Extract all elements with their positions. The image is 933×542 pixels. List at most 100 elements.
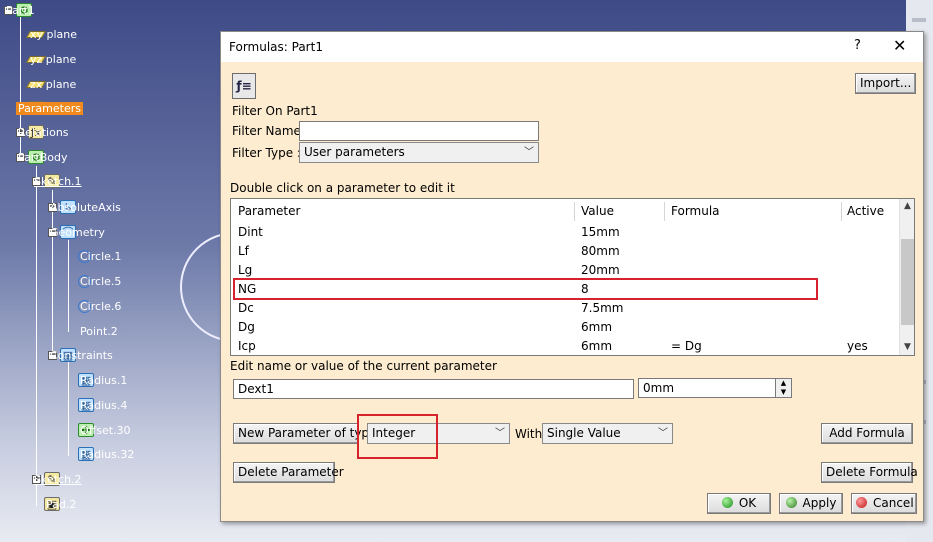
value-kind-value: Single Value xyxy=(547,426,621,440)
parameters-table: Parameter Value Formula Active Dint 15mm… xyxy=(230,198,915,356)
cell-formula: = Dg xyxy=(671,339,702,353)
tree-node-circle5[interactable]: Circle.5 xyxy=(78,271,121,291)
filter-name-input[interactable] xyxy=(299,121,539,141)
dialog-title: Formulas: Part1 xyxy=(229,40,323,54)
cancel-button[interactable]: Cancel xyxy=(851,493,917,514)
parameter-value-input[interactable]: 0mm xyxy=(638,378,776,398)
tree-node-label: PartBody xyxy=(18,150,68,164)
tree-node-partbody[interactable]: − ⚙ PartBody xyxy=(16,147,67,167)
add-formula-button[interactable]: Add Formula xyxy=(821,423,913,444)
column-divider xyxy=(574,202,575,221)
filter-on-label: Filter On Part1 xyxy=(232,104,318,118)
tree-node-label: Circle.6 xyxy=(80,299,122,313)
cell-value: 6mm xyxy=(581,320,613,334)
tree-node-label: Relations xyxy=(18,125,69,139)
list-caption: Double click on a parameter to edit it xyxy=(230,181,455,195)
tree-node-zx-plane[interactable]: zx plane xyxy=(25,74,76,94)
cell-value: 6mm xyxy=(581,339,613,353)
new-parameter-button[interactable]: New Parameter of type xyxy=(233,423,376,444)
cell-value: 80mm xyxy=(581,244,620,258)
table-row[interactable]: Icp 6mm = Dg yes xyxy=(231,337,899,355)
tree-node-sketch1[interactable]: − ✎ Sketch.1 xyxy=(32,171,82,191)
formulas-dialog: Formulas: Part1 ? ✕ ƒ≡ Import... Filter … xyxy=(220,31,924,522)
import-button[interactable]: Import... xyxy=(855,73,916,94)
apply-icon xyxy=(785,497,797,508)
tree-node-constraints[interactable]: − ▦ Constraints xyxy=(48,345,113,365)
column-header-value[interactable]: Value xyxy=(581,204,614,218)
tree-node-sketch2[interactable]: + ✎ Sketch.2 xyxy=(32,469,82,489)
tree-node-relations[interactable]: + ƒx Relations xyxy=(16,122,69,142)
tree-node-label: zx plane xyxy=(30,77,77,91)
cell-value: 15mm xyxy=(581,225,620,239)
tree-node-yz-plane[interactable]: yz plane xyxy=(25,49,76,69)
delete-parameter-button[interactable]: Delete Parameter xyxy=(233,462,344,483)
cell-parameter: Dint xyxy=(238,225,263,239)
tree-node-parameters[interactable]: + ▤ Parameters xyxy=(16,98,83,118)
tree-node-absoluteaxis[interactable]: + ↳ AbsoluteAxis xyxy=(48,197,121,217)
tree-connector xyxy=(68,362,69,456)
parameter-name-input[interactable]: Dext1 xyxy=(233,379,634,399)
spin-up-icon[interactable]: ▲ xyxy=(776,379,791,388)
column-header-formula[interactable]: Formula xyxy=(671,204,720,218)
apply-label: Apply xyxy=(802,496,837,510)
scroll-down-icon[interactable]: ▼ xyxy=(900,340,914,355)
filter-type-value: User parameters xyxy=(304,145,405,159)
cancel-label: Cancel xyxy=(873,496,914,510)
apply-button[interactable]: Apply xyxy=(779,493,843,514)
value-spinner[interactable]: ▲ ▼ xyxy=(775,378,792,398)
value-kind-select[interactable]: Single Value ﹀ xyxy=(542,423,673,444)
ok-icon xyxy=(721,497,733,508)
cell-parameter: Lf xyxy=(238,244,249,258)
cell-value: 7.5mm xyxy=(581,301,624,315)
tree-node-label: Sketch.2 xyxy=(34,472,82,486)
tree-node-label: Parameters xyxy=(16,101,83,115)
cell-value: 20mm xyxy=(581,263,620,277)
cell-parameter: Dg xyxy=(238,320,255,334)
ok-label: OK xyxy=(738,496,757,510)
tree-connector xyxy=(36,166,37,506)
tree-node-label: Offset.30 xyxy=(80,423,131,437)
table-scrollbar[interactable]: ▲ ▼ xyxy=(899,199,914,355)
annotation-highlight-type xyxy=(357,414,438,459)
tree-node-label: xy plane xyxy=(30,27,78,41)
table-row[interactable]: Dint 15mm xyxy=(231,223,899,242)
annotation-highlight-ng-row xyxy=(233,278,818,300)
table-row[interactable]: Lf 80mm xyxy=(231,242,899,261)
tree-node-label: AbsoluteAxis xyxy=(50,200,121,214)
tree-node-radius32[interactable]: ▦ Radius.32 xyxy=(78,444,134,464)
close-icon[interactable]: ✕ xyxy=(893,36,906,55)
filter-type-label: Filter Type : xyxy=(232,146,301,160)
tree-node-xy-plane[interactable]: xy plane xyxy=(25,24,77,44)
filter-type-select[interactable]: User parameters ﹀ xyxy=(299,142,539,163)
tree-node-label: Sketch.1 xyxy=(34,174,82,188)
cell-parameter: Lg xyxy=(238,263,253,277)
table-row[interactable]: Dc 7.5mm xyxy=(231,299,899,318)
filter-name-label: Filter Name : xyxy=(232,124,309,138)
column-header-active[interactable]: Active xyxy=(847,204,884,218)
column-header-parameter[interactable]: Parameter xyxy=(238,204,300,218)
tree-node-offset30[interactable]: ✣ Offset.30 xyxy=(78,420,131,440)
scrollbar-thumb[interactable] xyxy=(901,239,914,325)
tree-node-radius1[interactable]: ▦ Radius.1 xyxy=(78,370,127,390)
delete-formula-button[interactable]: Delete Formula xyxy=(821,462,918,483)
incremental-filter-icon[interactable]: ƒ≡ xyxy=(232,73,256,99)
tree-node-pad2[interactable]: ▣ Pad.2 xyxy=(44,494,76,514)
tree-node-label: Geometry xyxy=(50,225,105,239)
table-row[interactable]: Dg 6mm xyxy=(231,318,899,337)
tree-node-label: Radius.32 xyxy=(80,447,135,461)
tree-node-label: Part1 xyxy=(6,3,35,17)
tree-node-point2[interactable]: · Point.2 xyxy=(78,321,118,341)
spin-down-icon[interactable]: ▼ xyxy=(776,388,791,397)
dialog-titlebar[interactable]: Formulas: Part1 ? ✕ xyxy=(221,32,923,62)
scroll-up-icon[interactable]: ▲ xyxy=(900,199,914,214)
tree-node-circle6[interactable]: Circle.6 xyxy=(78,296,121,316)
tree-node-label: Radius.4 xyxy=(80,398,128,412)
help-icon[interactable]: ? xyxy=(854,38,861,53)
ok-button[interactable]: OK xyxy=(707,493,771,514)
tree-node-label: yz plane xyxy=(30,52,77,66)
tree-node-radius4[interactable]: ▦ Radius.4 xyxy=(78,395,127,415)
tree-node-geometry[interactable]: − ⌒ Geometry xyxy=(48,222,105,242)
edit-caption: Edit name or value of the current parame… xyxy=(230,359,497,373)
tree-node-part1[interactable]: − ⚙ Part1 xyxy=(4,0,35,20)
tree-node-circle1[interactable]: Circle.1 xyxy=(78,246,121,266)
